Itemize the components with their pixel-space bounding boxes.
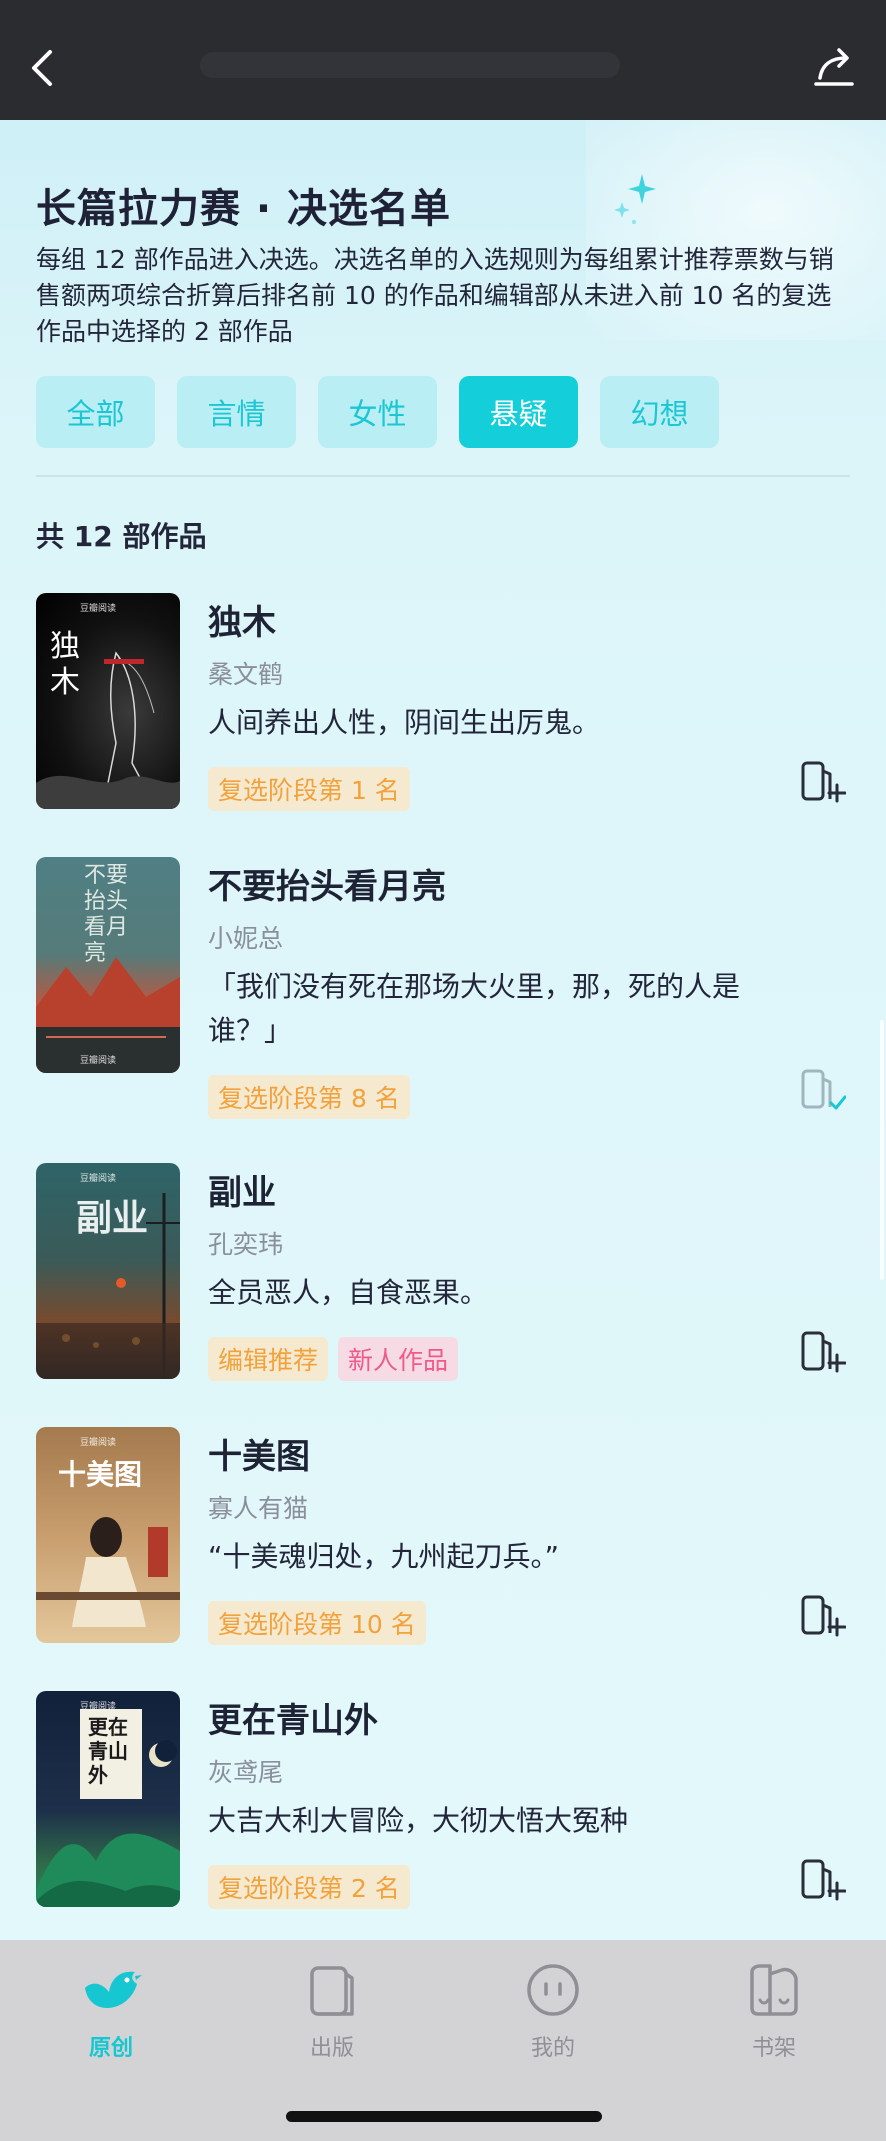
- book-description: 「我们没有死在那场大火里，那，死的人是谁？」: [208, 970, 741, 1047]
- sparkle-icon: [614, 174, 656, 225]
- bird-icon: [85, 1971, 142, 2008]
- book-title[interactable]: 更在青山外: [208, 1693, 378, 1742]
- book-title[interactable]: 十美图: [208, 1429, 310, 1478]
- book-cover[interactable]: 豆瓣阅读 更在青山外: [36, 1691, 180, 1907]
- rank-badge: 复选阶段第 10 名: [208, 1601, 426, 1645]
- book-author[interactable]: 灰鸢尾: [208, 1753, 283, 1789]
- page-title: 长篇拉力赛 · 决选名单: [36, 186, 452, 232]
- main-content[interactable]: 长篇拉力赛 · 决选名单 每组 12 部作品进入决选。决选名单的入选规则为每组累…: [0, 120, 886, 1940]
- divider: [36, 475, 850, 477]
- book-cover[interactable]: 豆瓣阅读 十美图: [36, 1427, 180, 1643]
- face-icon: [527, 1964, 579, 2016]
- cover-title: 更在青山外: [88, 1715, 128, 1787]
- editor-pick-badge: 编辑推荐: [208, 1337, 329, 1381]
- book-author[interactable]: 寡人有猫: [208, 1489, 308, 1525]
- add-to-shelf-icon[interactable]: [800, 759, 846, 805]
- cover-title: 独木: [50, 629, 80, 700]
- tab-label: 原创: [88, 2036, 133, 2061]
- book-description: 大吉大利大冒险，大彻大悟大冤种: [208, 1804, 629, 1837]
- add-to-shelf-icon[interactable]: [800, 1593, 846, 1639]
- filter-chip-female[interactable]: 女性: [318, 376, 437, 448]
- rank-badge: 复选阶段第 1 名: [208, 767, 410, 811]
- cover-art: [36, 651, 180, 809]
- filter-chip-all[interactable]: 全部: [36, 376, 155, 448]
- cover-title: 不要抬头看月亮: [84, 863, 129, 966]
- tab-mine[interactable]: 我的: [493, 1958, 613, 2062]
- new-author-badge: 新人作品: [338, 1337, 459, 1381]
- book-cover[interactable]: 豆瓣阅读 副业: [36, 1163, 180, 1379]
- book-author[interactable]: 小妮总: [208, 919, 283, 955]
- book-title[interactable]: 副业: [208, 1165, 276, 1214]
- book-tags: 复选阶段第 1 名: [208, 767, 410, 811]
- book-tags: 复选阶段第 2 名: [208, 1865, 410, 1909]
- cover-publisher: 豆瓣阅读: [80, 1056, 117, 1066]
- book-item[interactable]: 豆瓣阅读 独木 独木 桑文鹤 人间养出人性，阴间生出厉鬼。 复选阶段第 1 名: [36, 593, 850, 811]
- book-cover[interactable]: 豆瓣阅读 独木: [36, 593, 180, 809]
- cover-title: 副业: [76, 1197, 149, 1239]
- share-icon[interactable]: [812, 44, 856, 90]
- book-description: “十美魂归处，九州起刀兵。”: [208, 1540, 560, 1573]
- book-author[interactable]: 孔奕玮: [208, 1225, 283, 1261]
- book-cover[interactable]: 不要抬头看月亮 豆瓣阅读: [36, 857, 180, 1073]
- bookshelf-icon: [750, 1964, 798, 2016]
- tab-publish[interactable]: 出版: [272, 1958, 392, 2062]
- rank-badge: 复选阶段第 2 名: [208, 1865, 410, 1909]
- tab-label: 书架: [751, 2036, 796, 2061]
- book-author[interactable]: 桑文鹤: [208, 655, 283, 691]
- book-icon: [310, 1966, 354, 2016]
- book-item[interactable]: 豆瓣阅读 更在青山外 更在青山外 灰鸢尾 大吉大利大冒险，大彻大悟大冤种 复选阶…: [36, 1691, 850, 1909]
- scrollbar[interactable]: [880, 1020, 884, 1280]
- total-count: 共 12 部作品: [36, 520, 207, 553]
- filter-chip-romance[interactable]: 言情: [177, 376, 296, 448]
- book-tags: 编辑推荐 新人作品: [208, 1337, 459, 1381]
- rank-badge: 复选阶段第 8 名: [208, 1075, 410, 1119]
- tab-bookshelf[interactable]: 书架: [714, 1958, 834, 2062]
- in-shelf-check-icon[interactable]: [800, 1067, 846, 1113]
- add-to-shelf-icon[interactable]: [800, 1329, 846, 1375]
- book-description: 全员恶人，自食恶果。: [208, 1276, 489, 1309]
- filter-chip-fantasy[interactable]: 幻想: [600, 376, 719, 448]
- category-filters: 全部 言情 女性 悬疑 幻想: [36, 376, 719, 448]
- blurred-title: [200, 52, 620, 78]
- book-item[interactable]: 豆瓣阅读 副业 副业 孔奕玮 全员恶人，自食恶果。 编辑推荐 新人作品: [36, 1163, 850, 1381]
- book-tags: 复选阶段第 8 名: [208, 1075, 410, 1119]
- tab-original[interactable]: 原创: [51, 1958, 171, 2062]
- filter-chip-suspense[interactable]: 悬疑: [459, 376, 578, 448]
- book-title[interactable]: 独木: [208, 595, 276, 644]
- tab-label: 出版: [309, 2036, 354, 2061]
- home-indicator[interactable]: [286, 2111, 602, 2122]
- book-item[interactable]: 不要抬头看月亮 豆瓣阅读 不要抬头看月亮 小妮总 「我们没有死在那场大火里，那，…: [36, 857, 850, 1119]
- book-description: 人间养出人性，阴间生出厉鬼。: [208, 706, 601, 739]
- back-arrow-icon[interactable]: [28, 48, 56, 88]
- tab-label: 我的: [530, 2036, 575, 2061]
- add-to-shelf-icon[interactable]: [800, 1857, 846, 1903]
- top-bar: [0, 0, 886, 120]
- book-title[interactable]: 不要抬头看月亮: [208, 859, 446, 908]
- book-tags: 复选阶段第 10 名: [208, 1601, 426, 1645]
- cover-title: 十美图: [58, 1458, 143, 1491]
- book-item[interactable]: 豆瓣阅读 十美图 十美图 寡人有猫 “十美魂归处，九州起刀兵。” 复选阶段第 1…: [36, 1427, 850, 1645]
- intro-text: 每组 12 部作品进入决选。决选名单的入选规则为每组累计推荐票数与销售额两项综合…: [36, 245, 834, 346]
